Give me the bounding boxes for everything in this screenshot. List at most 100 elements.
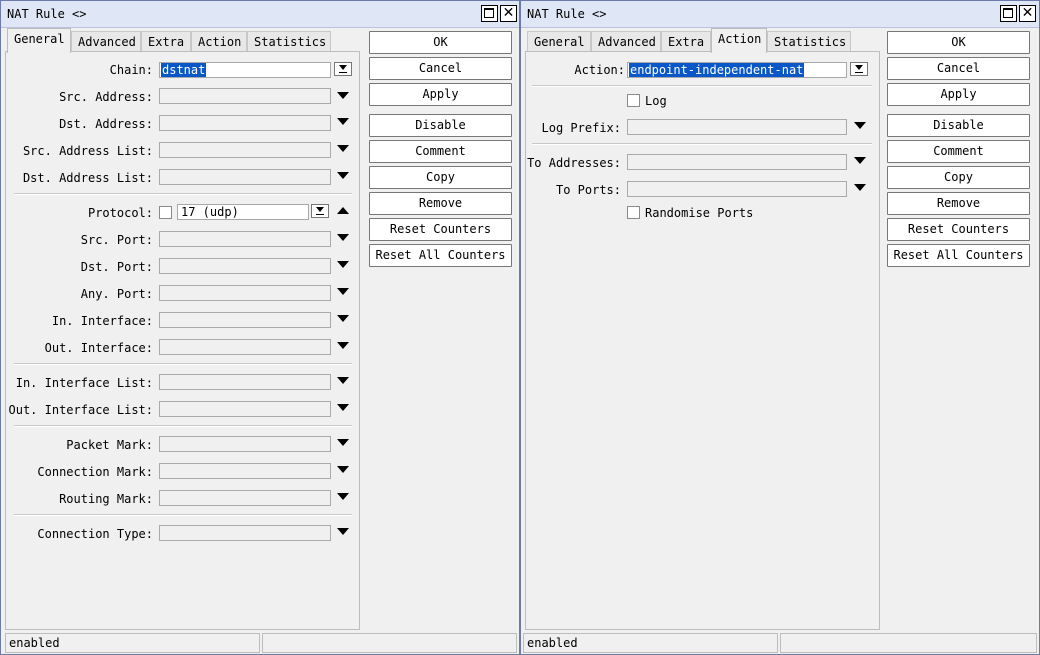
action-select[interactable]: endpoint-independent-nat [627,62,847,78]
packet-mark-label: Packet Mark: [66,438,153,452]
connection-type-input[interactable] [159,525,331,541]
cancel-button[interactable]: Cancel [369,57,512,80]
title-bar[interactable]: NAT Rule <> ✕ [521,1,1039,28]
status-bar-secondary [262,633,517,653]
ok-button[interactable]: OK [887,31,1030,54]
reset-counters-button[interactable]: Reset Counters [887,218,1030,241]
randomise-ports-label: Randomise Ports [645,206,754,220]
tab-label: Action [718,32,762,46]
disable-button[interactable]: Disable [887,114,1030,137]
close-icon[interactable]: ✕ [500,5,517,22]
reset-counters-button[interactable]: Reset Counters [369,218,512,241]
close-icon[interactable]: ✕ [1019,5,1036,22]
apply-button[interactable]: Apply [887,83,1030,106]
tab-label: Advanced [598,35,656,49]
tab-label: Action [198,35,242,49]
to-addresses-label: To Addresses: [527,156,621,170]
src-address-list-dropdown-icon[interactable] [337,145,349,152]
tab-label: Extra [148,35,185,49]
src-port-dropdown-icon[interactable] [337,234,349,241]
to-ports-input[interactable] [627,181,847,197]
dst-port-input[interactable] [159,258,331,274]
reset-all-counters-button[interactable]: Reset All Counters [887,244,1030,267]
remove-button[interactable]: Remove [887,192,1030,215]
connection-type-dropdown-icon[interactable] [337,528,349,535]
in-interface-list-input[interactable] [159,374,331,390]
to-ports-dropdown-icon[interactable] [854,184,866,191]
disable-button[interactable]: Disable [369,114,512,137]
dst-address-input[interactable] [159,115,331,131]
connection-mark-dropdown-icon[interactable] [337,466,349,473]
chain-dropdown-icon[interactable] [334,62,352,76]
chain-row: Chain: [6,61,153,81]
log-checkbox[interactable] [627,94,640,107]
src-address-input[interactable] [159,88,331,104]
dst-address-list-input[interactable] [159,169,331,185]
any-port-dropdown-icon[interactable] [337,288,349,295]
copy-button[interactable]: Copy [887,166,1030,189]
protocol-dropdown-icon[interactable] [311,204,329,218]
tab-general[interactable]: General [7,28,71,53]
protocol-value: 17 (udp) [181,205,239,219]
routing-mark-input[interactable] [159,490,331,506]
comment-button[interactable]: Comment [887,140,1030,163]
title-bar[interactable]: NAT Rule <> ✕ [1,1,519,28]
nat-rule-window-general: NAT Rule <> ✕ General Advanced Extra Act… [0,0,520,655]
tab-action[interactable]: Action [191,31,247,51]
out-interface-list-input[interactable] [159,401,331,417]
dst-address-list-label: Dst. Address List: [22,171,153,185]
chain-input[interactable]: dstnat [159,62,331,78]
apply-button[interactable]: Apply [369,83,512,106]
tab-action[interactable]: Action [711,28,767,53]
protocol-input[interactable]: 17 (udp) [177,204,309,220]
src-address-list-input[interactable] [159,142,331,158]
in-interface-input[interactable] [159,312,331,328]
src-address-dropdown-icon[interactable] [337,92,349,99]
dst-address-list-dropdown-icon[interactable] [337,172,349,179]
status-text: enabled [9,636,60,650]
connection-mark-input[interactable] [159,463,331,479]
src-port-input[interactable] [159,231,331,247]
tab-advanced[interactable]: Advanced [591,31,661,51]
src-address-label: Src. Address: [59,90,153,104]
log-prefix-input[interactable] [627,119,847,135]
protocol-label: Protocol: [87,206,153,220]
reset-all-counters-button[interactable]: Reset All Counters [369,244,512,267]
window-title: NAT Rule <> [7,7,87,21]
copy-button[interactable]: Copy [369,166,512,189]
protocol-collapse-icon[interactable] [337,207,349,214]
src-port-label: Src. Port: [80,233,153,247]
to-addresses-dropdown-icon[interactable] [854,157,866,164]
randomise-ports-checkbox[interactable] [627,206,640,219]
tab-extra[interactable]: Extra [661,31,711,51]
ok-button[interactable]: OK [369,31,512,54]
to-ports-label: To Ports: [555,183,621,197]
log-prefix-dropdown-icon[interactable] [854,122,866,129]
tab-statistics[interactable]: Statistics [247,31,331,51]
tab-advanced[interactable]: Advanced [71,31,141,51]
tab-statistics[interactable]: Statistics [767,31,851,51]
routing-mark-dropdown-icon[interactable] [337,493,349,500]
in-interface-list-dropdown-icon[interactable] [337,377,349,384]
maximize-icon[interactable] [1000,5,1017,22]
remove-button[interactable]: Remove [369,192,512,215]
comment-button[interactable]: Comment [369,140,512,163]
action-dropdown-icon[interactable] [850,62,868,76]
tab-extra[interactable]: Extra [141,31,191,51]
protocol-negate-checkbox[interactable] [159,206,172,219]
maximize-icon[interactable] [481,5,498,22]
to-addresses-input[interactable] [627,154,847,170]
log-label: Log [645,94,667,108]
any-port-input[interactable] [159,285,331,301]
dst-port-dropdown-icon[interactable] [337,261,349,268]
tab-general[interactable]: General [527,31,591,51]
packet-mark-dropdown-icon[interactable] [337,439,349,446]
cancel-button[interactable]: Cancel [887,57,1030,80]
out-interface-input[interactable] [159,339,331,355]
dst-address-dropdown-icon[interactable] [337,118,349,125]
packet-mark-input[interactable] [159,436,331,452]
in-interface-dropdown-icon[interactable] [337,315,349,322]
chain-label: Chain: [109,63,153,77]
out-interface-dropdown-icon[interactable] [337,342,349,349]
out-interface-list-dropdown-icon[interactable] [337,404,349,411]
